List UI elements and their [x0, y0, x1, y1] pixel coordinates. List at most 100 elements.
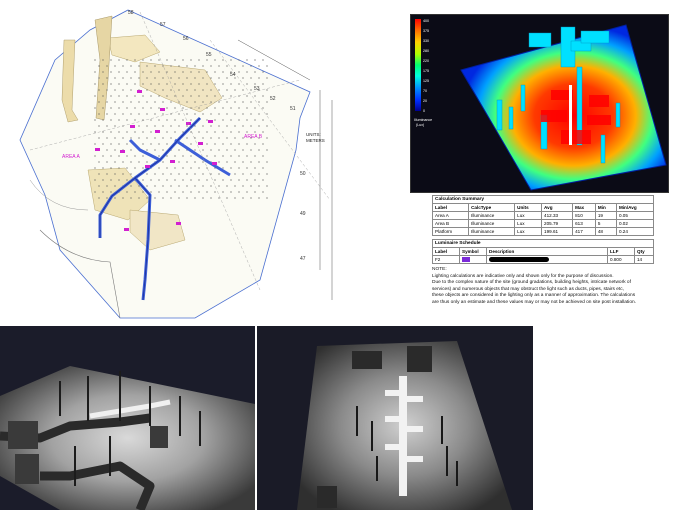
calc-point: [114, 65, 116, 67]
calc-point: [266, 197, 268, 199]
calc-point: [262, 119, 264, 121]
calc-point: [230, 83, 232, 85]
calc-point: [150, 59, 152, 61]
calc-point: [154, 113, 156, 115]
column-header: Min: [594, 203, 617, 212]
calc-point: [202, 89, 204, 91]
calc-point: [122, 89, 124, 91]
calc-point: [114, 137, 116, 139]
calc-point: [178, 161, 180, 163]
calc-point: [154, 89, 156, 91]
calc-point: [226, 77, 228, 79]
table-cell: Platform: [432, 227, 470, 236]
calc-point: [242, 65, 244, 67]
calc-point: [262, 59, 264, 61]
calc-point: [146, 65, 148, 67]
table-cell: 417: [572, 227, 596, 236]
calc-point: [162, 125, 164, 127]
calc-point: [114, 101, 116, 103]
calc-point: [98, 137, 100, 139]
calc-point: [250, 89, 252, 91]
table-cell: 412.33: [541, 211, 574, 220]
calc-point: [198, 95, 200, 97]
calc-point: [234, 137, 236, 139]
table-cell: Lux: [514, 219, 543, 228]
calc-point: [194, 125, 196, 127]
calc-point: [162, 185, 164, 187]
calc-point: [214, 59, 216, 61]
calc-point: [202, 137, 204, 139]
calc-point: [118, 143, 120, 145]
legend-value: 0: [423, 109, 425, 113]
calc-point: [222, 179, 224, 181]
calc-point: [178, 173, 180, 175]
calc-point: [146, 113, 148, 115]
calc-point: [122, 173, 124, 175]
calc-point: [238, 59, 240, 61]
calc-point: [194, 197, 196, 199]
calc-point: [262, 143, 264, 145]
calc-point: [154, 101, 156, 103]
calc-point: [234, 173, 236, 175]
calc-point: [182, 167, 184, 169]
calc-point: [250, 149, 252, 151]
column-header: CalcType: [468, 203, 516, 212]
calc-point: [262, 83, 264, 85]
calc-point: [130, 113, 132, 115]
calc-point: [182, 83, 184, 85]
calc-point: [134, 131, 136, 133]
grayscale-render-right: [257, 326, 533, 510]
calc-point: [122, 101, 124, 103]
calculation-summary-title: Calculation Summary: [432, 195, 654, 203]
calc-point: [182, 155, 184, 157]
calc-point: [246, 71, 248, 73]
calc-point: [214, 95, 216, 97]
calc-point: [266, 89, 268, 91]
calc-point: [250, 101, 252, 103]
calc-point: [166, 131, 168, 133]
calc-point: [210, 185, 212, 187]
calc-point: [154, 65, 156, 67]
calc-point: [258, 101, 260, 103]
calc-point: [178, 65, 180, 67]
calc-point: [242, 113, 244, 115]
calc-point: [258, 113, 260, 115]
calc-point: [166, 83, 168, 85]
calc-point: [178, 77, 180, 79]
calc-point: [210, 149, 212, 151]
calc-point: [114, 185, 116, 187]
calc-point: [198, 131, 200, 133]
calc-point: [170, 173, 172, 175]
calc-point: [134, 59, 136, 61]
calc-point: [186, 65, 188, 67]
calc-point: [150, 179, 152, 181]
calc-point: [246, 95, 248, 97]
grayscale-render-left: [0, 326, 255, 510]
calc-point: [162, 173, 164, 175]
legend-value: 330: [423, 39, 429, 43]
table-cell: F2: [432, 255, 460, 264]
calc-point: [182, 179, 184, 181]
calc-point: [138, 185, 140, 187]
calc-point: [94, 107, 96, 109]
calc-point: [114, 89, 116, 91]
calc-point: [226, 185, 228, 187]
calc-point: [230, 119, 232, 121]
table-cell: Area A: [432, 211, 470, 220]
calc-point: [254, 167, 256, 169]
calc-point: [102, 191, 104, 193]
render-perspective-view: [0, 326, 255, 510]
calc-point: [250, 125, 252, 127]
calc-point: [266, 137, 268, 139]
calc-point: [114, 161, 116, 163]
calc-point: [130, 149, 132, 151]
calc-point: [262, 179, 264, 181]
calc-point: [250, 65, 252, 67]
calc-point: [234, 113, 236, 115]
calc-point: [114, 197, 116, 199]
table-cell: 0.800: [607, 255, 635, 264]
calc-point: [94, 155, 96, 157]
calc-point: [230, 107, 232, 109]
calc-point: [98, 65, 100, 67]
calc-point: [214, 191, 216, 193]
